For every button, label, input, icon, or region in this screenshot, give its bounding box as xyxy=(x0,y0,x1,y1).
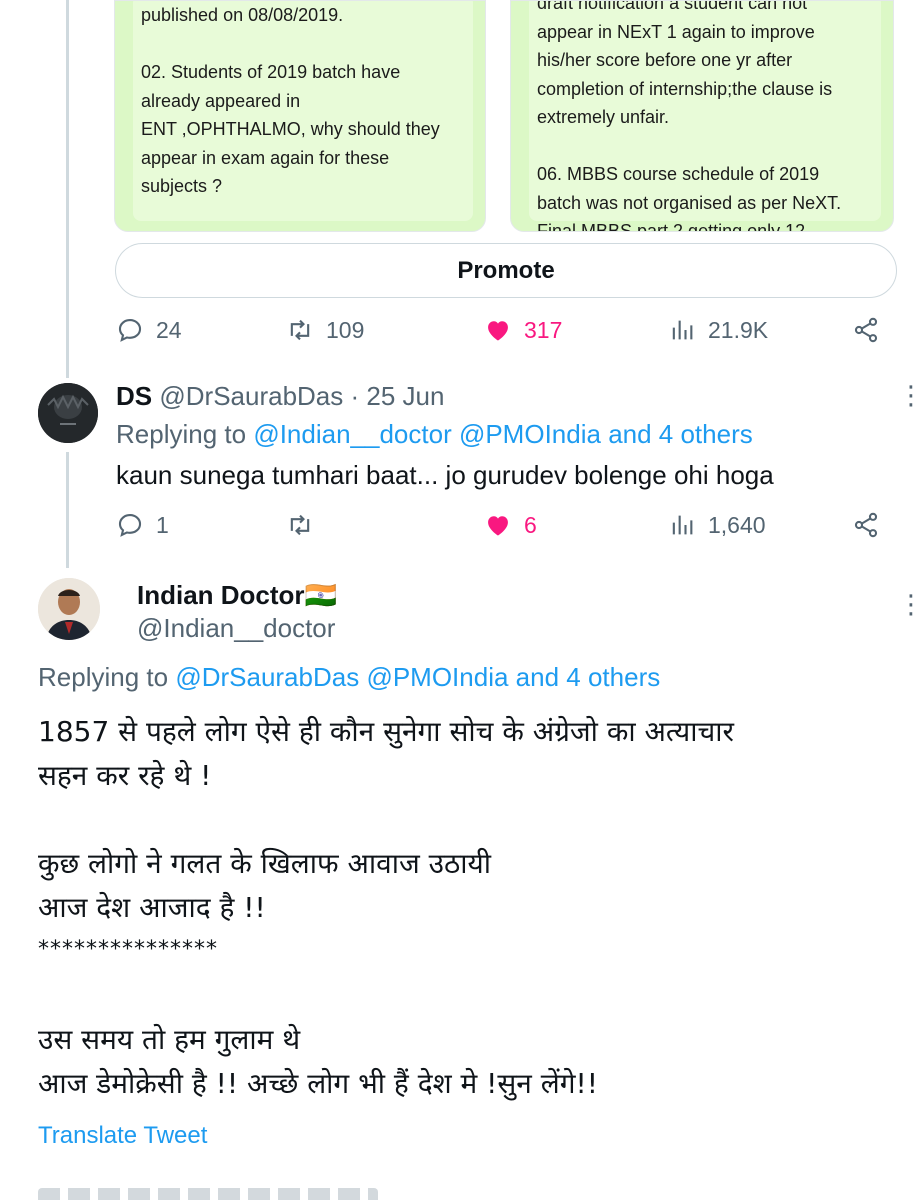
replying-to: Replying to @DrSaurabDas @PMOIndia and 4… xyxy=(38,662,660,693)
tweet-text-line-6: उस समय तो हम गुलाम थे xyxy=(38,1023,301,1056)
separator: · xyxy=(350,381,360,411)
timestamp[interactable]: 25 Jun xyxy=(366,381,444,411)
thread-line-mid xyxy=(66,452,69,568)
retweet-icon xyxy=(290,319,310,341)
username[interactable]: @Indian__doctor xyxy=(137,613,335,643)
image-text-right: draft notification a student can not app… xyxy=(537,0,842,232)
reply-header: DS @DrSaurabDas · 25 Jun xyxy=(116,381,444,412)
translate-tweet-link[interactable]: Translate Tweet xyxy=(38,1122,207,1150)
mentioned-users[interactable]: @Indian__doctor @PMOIndia xyxy=(253,419,601,449)
view-count: 21.9K xyxy=(708,316,769,343)
retweet-button[interactable]: 109 xyxy=(286,313,364,347)
views-button[interactable]: 1,640 xyxy=(668,508,766,542)
author-name-row: Indian Doctor🇮🇳 xyxy=(137,580,337,611)
thread-line-top xyxy=(66,0,69,378)
image-text-left: published on 08/08/2019. 02. Students of… xyxy=(141,5,440,196)
display-name[interactable]: DS xyxy=(116,381,152,411)
attached-image-left[interactable]: published on 08/08/2019. 02. Students of… xyxy=(114,0,486,232)
tweet-text-line-5: *************** xyxy=(38,937,218,962)
reply-button[interactable]: 1 xyxy=(116,508,169,542)
reply-text: kaun sunega tumhari baat... jo gurudev b… xyxy=(116,460,774,490)
tweet-text-line-2: सहन कर रहे थे ! xyxy=(38,759,212,792)
more-options-icon[interactable]: ⋮ xyxy=(898,590,918,620)
mentioned-others[interactable]: and 4 others xyxy=(608,419,753,449)
heart-filled-icon xyxy=(488,321,508,341)
share-icon xyxy=(854,317,878,343)
tweet-text-line-1: 1857 से पहले लोग ऐसे ही कौन सुनेगा सोच क… xyxy=(38,715,734,748)
heart-filled-icon xyxy=(488,516,508,536)
reply-icon xyxy=(118,319,142,342)
view-count: 1,640 xyxy=(708,511,766,538)
retweet-count: 109 xyxy=(326,316,365,343)
share-icon xyxy=(854,512,878,538)
avatar-image xyxy=(38,578,100,640)
replying-to-label: Replying to xyxy=(116,419,247,449)
promote-button[interactable]: Promote xyxy=(115,243,897,298)
reply-button[interactable]: 24 xyxy=(116,313,182,347)
like-button[interactable]: 317 xyxy=(484,313,562,347)
replying-to: Replying to @Indian__doctor @PMOIndia an… xyxy=(116,419,753,450)
share-button[interactable] xyxy=(852,508,880,542)
retweet-button[interactable] xyxy=(286,508,326,542)
avatar-indian-doctor[interactable] xyxy=(38,578,100,640)
like-count: 6 xyxy=(524,511,537,538)
reply-action-bar: 1 6 1,640 xyxy=(116,508,886,542)
avatar-image xyxy=(38,383,98,443)
analytics-icon xyxy=(672,515,693,535)
reply-count: 24 xyxy=(156,316,182,343)
like-button[interactable]: 6 xyxy=(484,508,537,542)
retweet-icon xyxy=(290,514,310,536)
more-options-icon[interactable]: ⋮ xyxy=(898,381,918,411)
tweet-text-line-7: आज डेमोक्रेसी है !! अच्छे लोग भी हैं देश… xyxy=(38,1067,598,1100)
tweet-text-line-4: आज देश आजाद है !! xyxy=(38,891,266,924)
replying-to-label: Replying to xyxy=(38,662,169,692)
username[interactable]: @DrSaurabDas xyxy=(159,381,343,411)
display-name[interactable]: Indian Doctor xyxy=(137,580,305,610)
like-count: 317 xyxy=(524,316,563,343)
attached-image-right[interactable]: draft notification a student can not app… xyxy=(510,0,894,232)
author-handle-row: @Indian__doctor xyxy=(137,613,335,644)
mentioned-users[interactable]: @DrSaurabDas @PMOIndia xyxy=(175,662,508,692)
analytics-icon xyxy=(672,320,693,340)
avatar-ds[interactable] xyxy=(38,383,98,443)
reply-count: 1 xyxy=(156,511,169,538)
share-button[interactable] xyxy=(852,313,880,347)
tweet-action-bar: 24 109 317 21.9K xyxy=(116,313,886,347)
india-flag-icon: 🇮🇳 xyxy=(304,580,337,610)
mentioned-others[interactable]: and 4 others xyxy=(516,662,661,692)
tweet-text-line-3: कुछ लोगो ने गलत के खिलाफ आवाज उठायी xyxy=(38,847,491,880)
timestamp-row-cut xyxy=(38,1188,378,1200)
views-button[interactable]: 21.9K xyxy=(668,313,768,347)
reply-icon xyxy=(118,514,142,537)
